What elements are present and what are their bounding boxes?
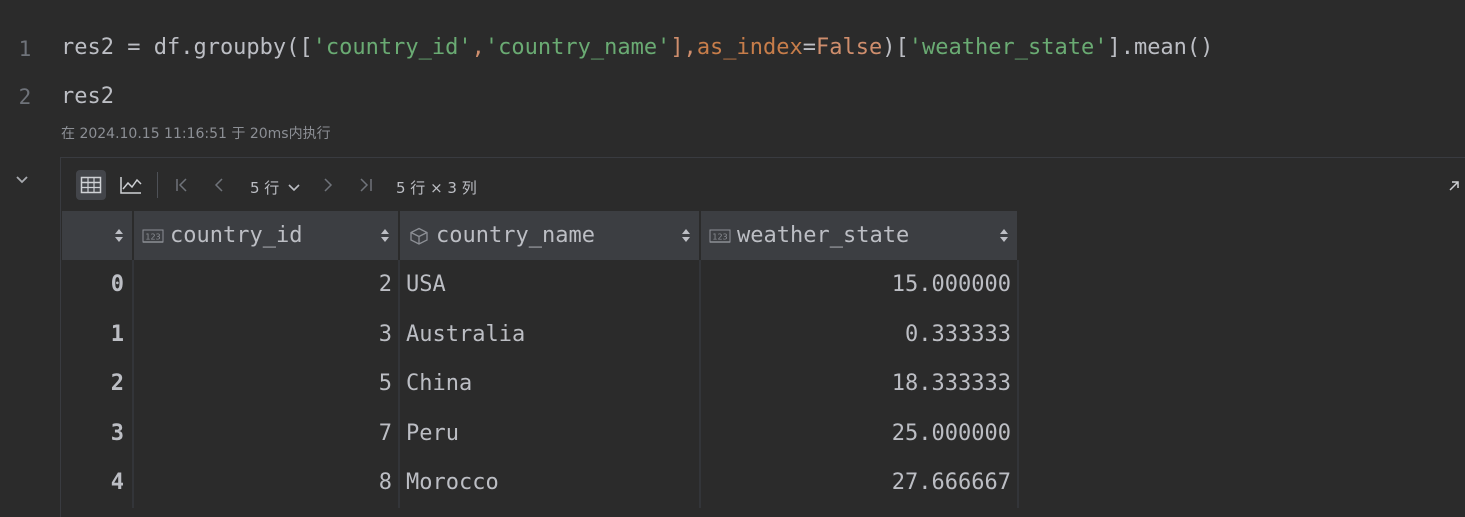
collapse-chevron-icon[interactable] xyxy=(12,170,32,190)
chevron-down-icon xyxy=(288,184,300,192)
table-shape-label: 5 行 × 3 列 xyxy=(396,179,477,197)
table-header-row: 123 country_id country_name 123 weather_… xyxy=(62,211,1019,260)
line-number: 2 xyxy=(18,85,32,109)
rows-per-page-label: 5 行 xyxy=(250,179,280,197)
svg-text:123: 123 xyxy=(712,232,727,241)
cell-weather-state[interactable]: 18.333333 xyxy=(700,359,1019,409)
dataframe-table: 123 country_id country_name 123 weather_… xyxy=(62,211,1019,508)
code-string: 'weather_state' xyxy=(908,35,1108,60)
open-in-new-icon[interactable] xyxy=(1446,178,1464,196)
code-keyword: False xyxy=(816,35,883,60)
line-number: 1 xyxy=(18,37,32,61)
chart-view-button[interactable] xyxy=(116,170,146,200)
table-row: 2 5 China 18.333333 xyxy=(62,359,1019,409)
sort-icon[interactable] xyxy=(681,228,691,243)
toolbar-divider xyxy=(157,172,158,198)
numeric-123-icon: 123 xyxy=(709,229,731,243)
cell-weather-state[interactable]: 0.333333 xyxy=(700,309,1019,359)
svg-text:123: 123 xyxy=(145,232,160,241)
code-token: )[ xyxy=(882,35,909,60)
table-row: 3 7 Peru 25.000000 xyxy=(62,408,1019,458)
code-token: ].mean() xyxy=(1107,35,1214,60)
cell-country-name[interactable]: Peru xyxy=(399,408,701,458)
code-token: res2 = df.groupby([ xyxy=(61,35,313,60)
cell-country-id[interactable]: 5 xyxy=(133,359,400,409)
column-header-label: country_id xyxy=(170,223,303,248)
row-index: 3 xyxy=(62,408,134,458)
cell-country-name[interactable]: China xyxy=(399,359,701,409)
line-chart-icon xyxy=(120,177,142,194)
cell-country-name[interactable]: USA xyxy=(399,260,701,310)
row-index: 4 xyxy=(62,458,134,508)
code-token: = xyxy=(802,35,817,60)
sort-icon[interactable] xyxy=(999,228,1009,243)
cell-country-id[interactable]: 7 xyxy=(133,408,400,458)
code-line-2[interactable]: res2 xyxy=(61,84,114,109)
rows-per-page-dropdown[interactable]: 5 行 xyxy=(250,177,301,198)
cell-country-id[interactable]: 3 xyxy=(133,309,400,359)
cell-weather-state[interactable]: 15.000000 xyxy=(700,260,1019,310)
code-token: ], xyxy=(670,35,697,60)
code-token: , xyxy=(471,35,485,60)
index-header[interactable] xyxy=(62,211,134,260)
code-string: 'country_name' xyxy=(484,35,671,60)
table-row: 1 3 Australia 0.333333 xyxy=(62,309,1019,359)
code-param: as_index xyxy=(696,35,803,60)
column-header-country-name[interactable]: country_name xyxy=(399,211,701,260)
table-row: 4 8 Morocco 27.666667 xyxy=(62,458,1019,508)
column-header-weather-state[interactable]: 123 weather_state xyxy=(700,211,1019,260)
cell-weather-state[interactable]: 27.666667 xyxy=(700,458,1019,508)
cell-country-name[interactable]: Australia xyxy=(399,309,701,359)
cell-country-id[interactable]: 2 xyxy=(133,260,400,310)
cell-country-name[interactable]: Morocco xyxy=(399,458,701,508)
editor-gutter xyxy=(0,0,48,516)
column-header-label: weather_state xyxy=(737,223,910,248)
execution-info: 在 2024.10.15 11:16:51 于 20ms内执行 xyxy=(61,126,331,142)
sort-icon[interactable] xyxy=(114,228,124,243)
table-icon xyxy=(80,176,102,194)
object-cube-icon xyxy=(410,227,428,245)
table-view-button[interactable] xyxy=(76,170,106,200)
next-page-icon[interactable] xyxy=(319,176,337,194)
last-page-icon[interactable] xyxy=(357,176,375,194)
code-string: 'country_id' xyxy=(312,35,472,60)
row-index: 2 xyxy=(62,359,134,409)
column-header-label: country_name xyxy=(436,223,595,248)
row-index: 1 xyxy=(62,309,134,359)
numeric-123-icon: 123 xyxy=(142,229,164,243)
first-page-icon[interactable] xyxy=(173,176,191,194)
table-row: 0 2 USA 15.000000 xyxy=(62,260,1019,310)
cell-weather-state[interactable]: 25.000000 xyxy=(700,408,1019,458)
sort-icon[interactable] xyxy=(380,228,390,243)
code-line-1[interactable]: res2 = df.groupby(['country_id','country… xyxy=(61,35,1213,60)
column-header-country-id[interactable]: 123 country_id xyxy=(133,211,400,260)
output-toolbar: 5 行 5 行 × 3 列 xyxy=(61,158,1465,210)
cell-country-id[interactable]: 8 xyxy=(133,458,400,508)
output-panel: 5 行 5 行 × 3 列 123 country_id country_nam… xyxy=(60,157,1465,517)
previous-page-icon[interactable] xyxy=(211,176,229,194)
row-index: 0 xyxy=(62,260,134,310)
